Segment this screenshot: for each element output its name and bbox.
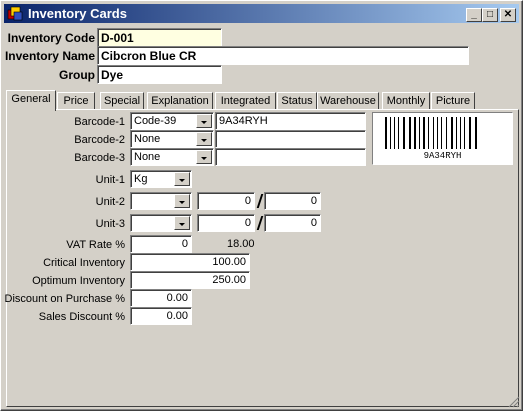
- group-input[interactable]: Dye: [97, 65, 222, 84]
- barcode-bar: [437, 117, 438, 149]
- barcode-bar: [475, 117, 477, 149]
- barcode2-label: Barcode-2: [74, 134, 125, 146]
- optimum-inventory-input[interactable]: 250.00: [130, 271, 250, 289]
- barcode-bar: [428, 117, 429, 149]
- barcode-bar: [441, 117, 442, 149]
- chevron-down-icon[interactable]: [174, 216, 190, 230]
- tab-picture[interactable]: Picture: [431, 92, 475, 109]
- tab-price[interactable]: Price: [57, 92, 95, 109]
- barcode-bar: [414, 117, 416, 149]
- tab-general[interactable]: General: [6, 90, 56, 111]
- sales-discount-label: Sales Discount %: [38, 311, 125, 323]
- barcode2-type-value: None: [134, 133, 161, 145]
- barcode2-type-select[interactable]: None: [130, 130, 214, 148]
- inventory-name-input[interactable]: Cibcron Blue CR: [97, 46, 469, 65]
- unit2-label: Unit-2: [95, 196, 125, 208]
- vat-rate-display: 18.00: [227, 238, 255, 250]
- barcode1-label: Barcode-1: [74, 116, 125, 128]
- tab-explanation[interactable]: Explanation: [147, 92, 213, 109]
- vat-rate-label: VAT Rate %: [66, 239, 125, 251]
- unit1-value: Kg: [134, 173, 148, 185]
- unit3-label: Unit-3: [95, 218, 125, 230]
- maximize-button[interactable]: □: [482, 8, 498, 22]
- inventory-cards-window: Inventory Cards _ □ ✕ Inventory Code D-0…: [0, 0, 523, 411]
- barcode1-type-value: Code-39: [134, 115, 177, 127]
- tab-monthly[interactable]: Monthly: [382, 92, 430, 109]
- barcode-bar: [451, 117, 453, 149]
- barcode-bar: [403, 117, 405, 149]
- barcode-bar: [394, 117, 395, 149]
- barcode3-label: Barcode-3: [74, 152, 125, 164]
- title-bar[interactable]: Inventory Cards _ □ ✕: [4, 4, 519, 23]
- barcode-caption: 9A34RYH: [423, 151, 462, 161]
- resize-grip-icon[interactable]: [508, 396, 520, 408]
- optimum-inventory-label: Optimum Inventory: [32, 275, 125, 287]
- unit3-select[interactable]: [130, 214, 192, 232]
- inventory-code-label: Inventory Code: [7, 31, 95, 45]
- barcode1-input[interactable]: 9A34RYH: [215, 112, 366, 130]
- unit3-numerator-input[interactable]: 0: [197, 214, 255, 232]
- close-button[interactable]: ✕: [500, 8, 516, 22]
- barcode3-type-select[interactable]: None: [130, 148, 214, 166]
- inventory-name-label: Inventory Name: [4, 49, 95, 63]
- tab-status[interactable]: Status: [277, 92, 317, 109]
- app-icon: [7, 6, 23, 21]
- tab-special[interactable]: Special: [100, 92, 144, 109]
- barcode1-type-select[interactable]: Code-39: [130, 112, 214, 130]
- unit2-numerator-input[interactable]: 0: [197, 192, 255, 210]
- unit3-denominator-input[interactable]: 0: [264, 214, 321, 232]
- minimize-button[interactable]: _: [466, 8, 482, 22]
- critical-inventory-label: Critical Inventory: [43, 257, 125, 269]
- barcode-bar: [409, 117, 411, 149]
- unit1-select[interactable]: Kg: [130, 170, 192, 188]
- unit2-select[interactable]: [130, 192, 192, 210]
- group-label: Group: [59, 68, 95, 82]
- barcode-bar: [385, 117, 387, 149]
- chevron-down-icon[interactable]: [196, 150, 212, 164]
- barcode2-input[interactable]: [215, 130, 366, 148]
- critical-inventory-input[interactable]: 100.00: [130, 253, 250, 271]
- unit1-label: Unit-1: [95, 174, 125, 186]
- chevron-down-icon[interactable]: [174, 194, 190, 208]
- tab-integrated[interactable]: Integrated: [215, 92, 276, 109]
- inventory-code-input[interactable]: D-001: [97, 28, 222, 47]
- barcode-bar: [460, 117, 461, 149]
- barcode3-type-value: None: [134, 151, 161, 163]
- window-title: Inventory Cards: [28, 6, 127, 21]
- barcode-bar: [456, 117, 457, 149]
- barcode-bar: [469, 117, 471, 149]
- barcode-preview: 9A34RYH: [372, 112, 513, 165]
- unit2-denominator-input[interactable]: 0: [264, 192, 321, 210]
- barcode-bar: [464, 117, 465, 149]
- discount-purchase-label: Discount on Purchase %: [4, 293, 125, 305]
- barcode-bar: [433, 117, 434, 149]
- sales-discount-input[interactable]: 0.00: [130, 307, 192, 325]
- tab-warehouse[interactable]: Warehouse: [317, 92, 379, 109]
- barcode-bar: [446, 117, 447, 149]
- chevron-down-icon[interactable]: [196, 114, 212, 128]
- discount-purchase-input[interactable]: 0.00: [130, 289, 192, 307]
- barcode-bar: [419, 117, 420, 149]
- barcode-bar: [423, 117, 425, 149]
- chevron-down-icon[interactable]: [174, 172, 190, 186]
- vat-rate-input[interactable]: 0: [130, 235, 192, 253]
- barcode-bar: [398, 117, 399, 149]
- chevron-down-icon[interactable]: [196, 132, 212, 146]
- barcode-bar: [390, 117, 391, 149]
- barcode3-input[interactable]: [215, 148, 366, 166]
